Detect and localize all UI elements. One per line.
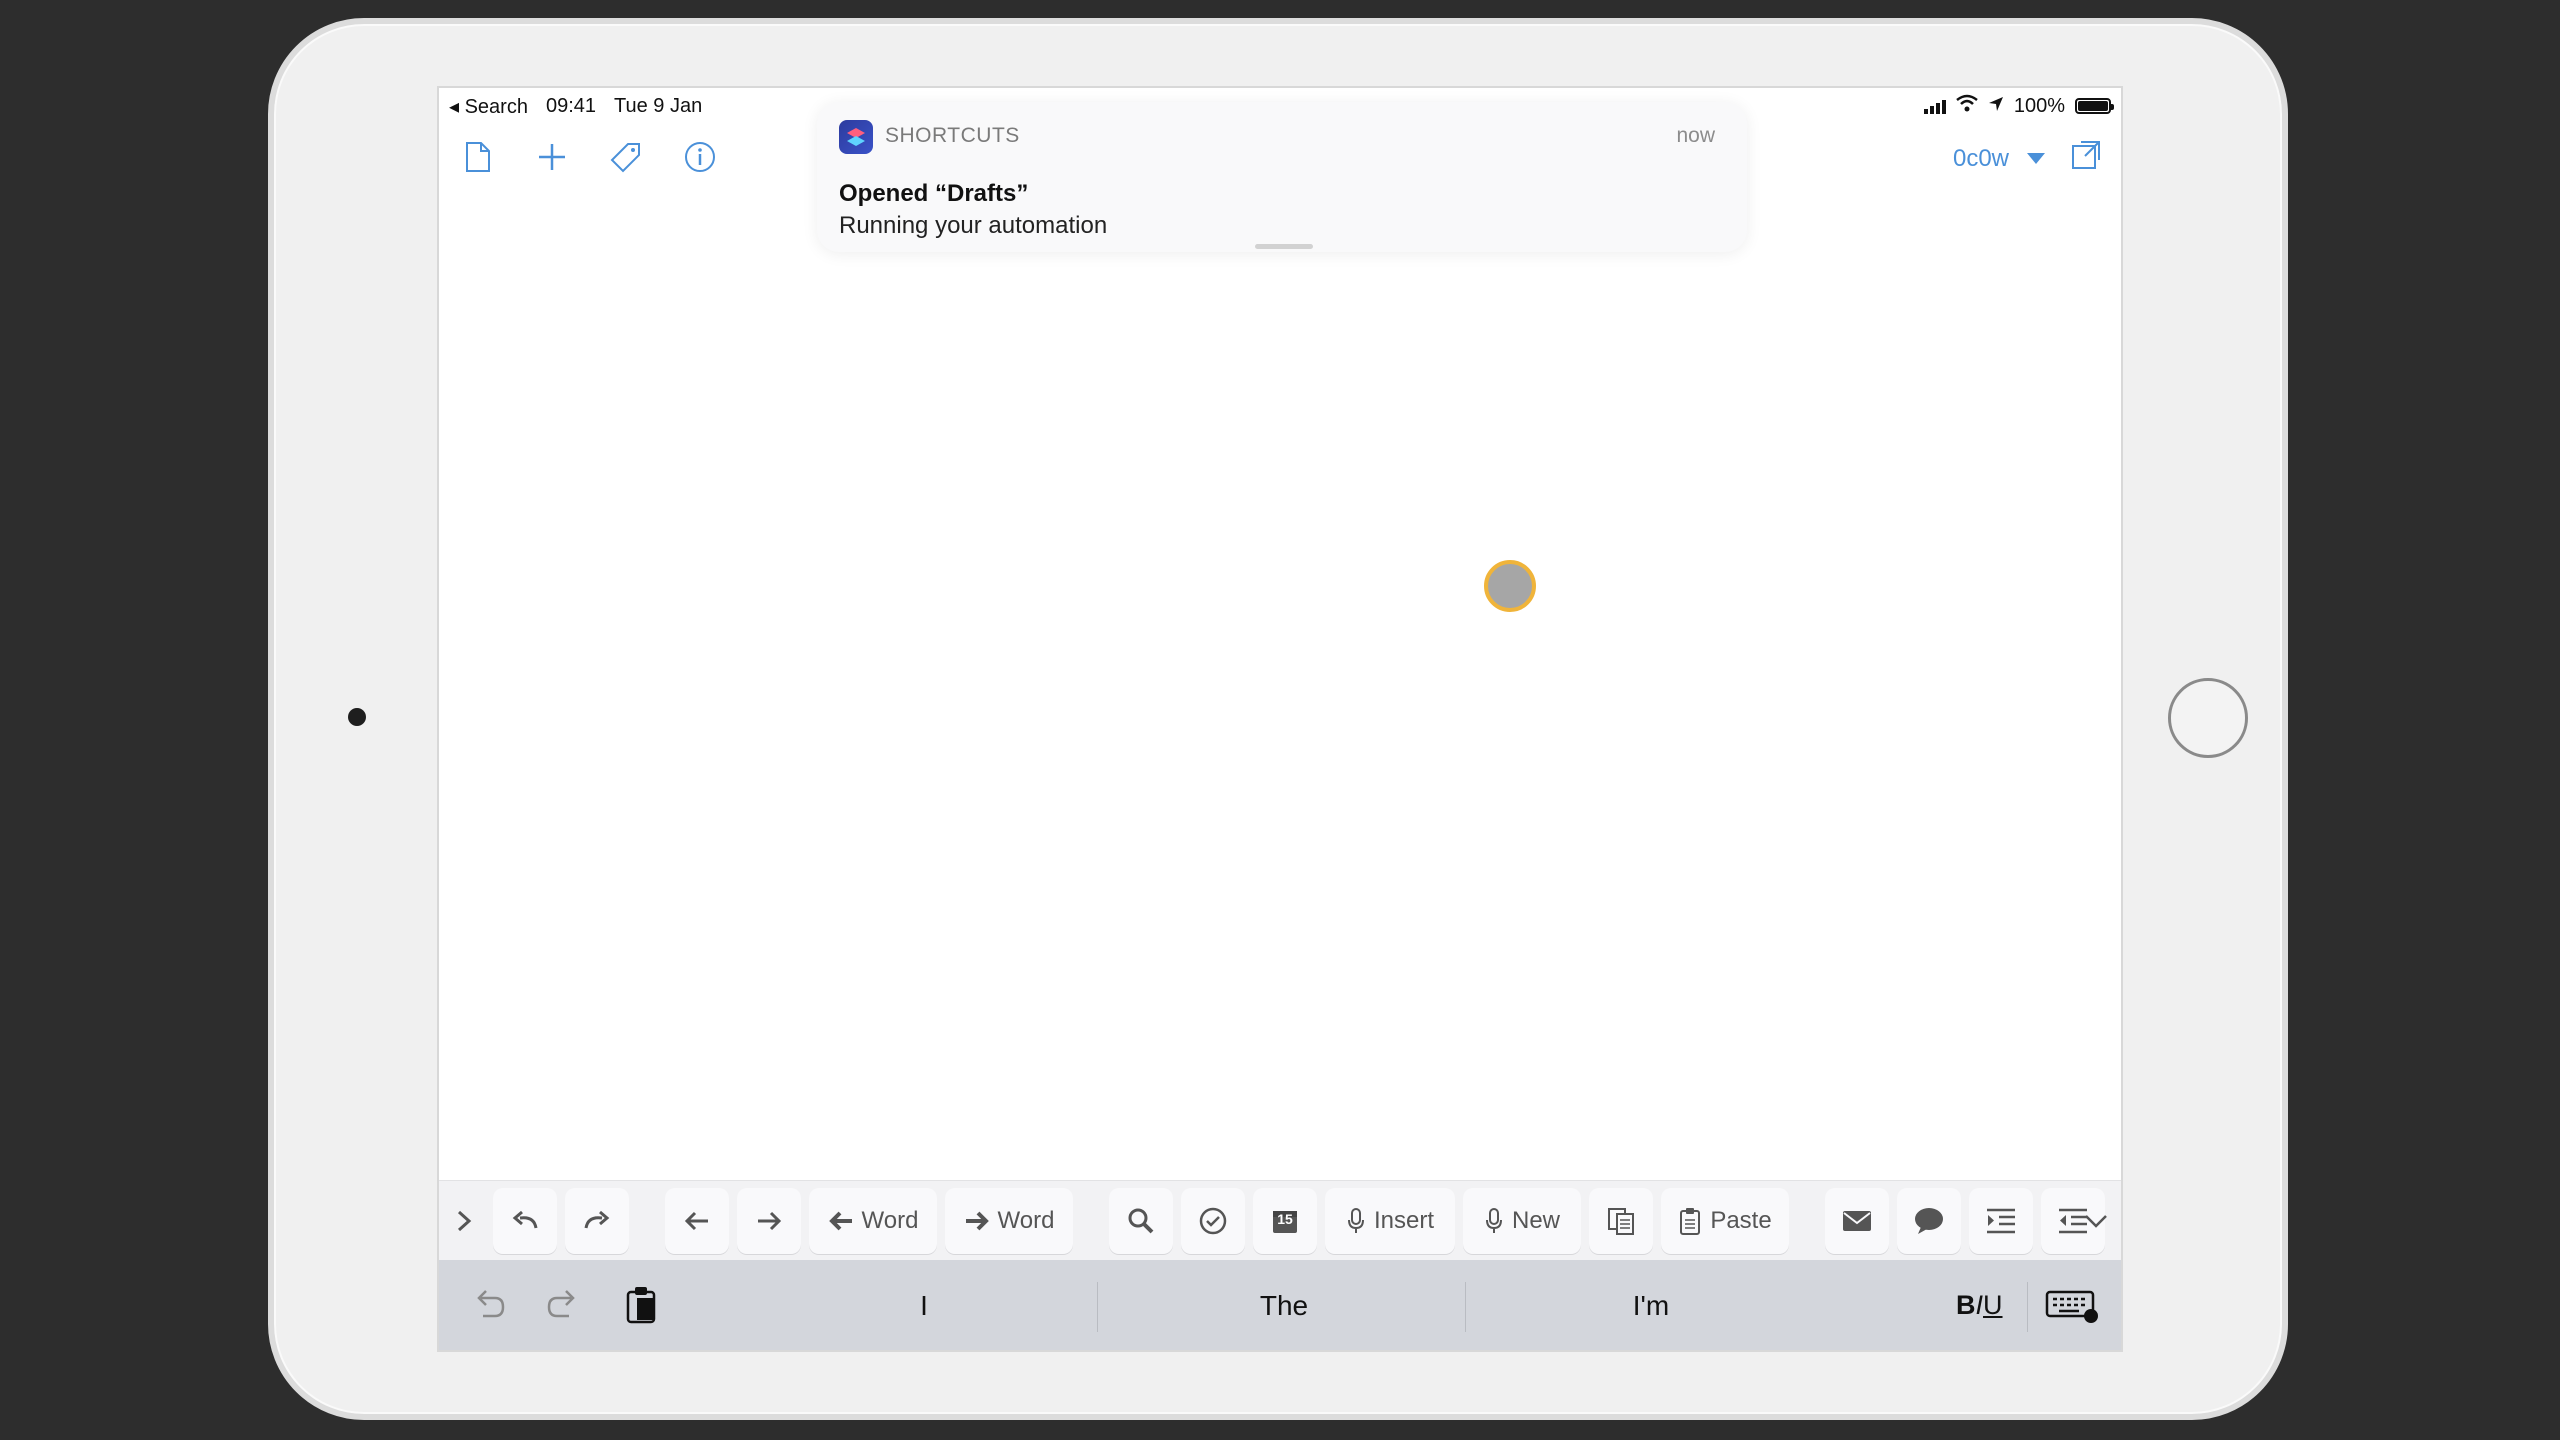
info-icon[interactable]: [681, 138, 719, 176]
checkmark-circle-icon: [1199, 1207, 1227, 1235]
chevron-right-icon[interactable]: [449, 1188, 479, 1254]
word-right-button[interactable]: Word: [945, 1188, 1073, 1254]
notification-body: Running your automation: [839, 212, 1108, 239]
word-left-label: Word: [861, 1207, 919, 1234]
redo-icon: [584, 1210, 610, 1229]
search-icon: [1128, 1208, 1154, 1234]
shortcuts-app-icon: [839, 120, 873, 154]
calendar-button[interactable]: 15: [1253, 1188, 1317, 1254]
search-button[interactable]: [1109, 1188, 1173, 1254]
envelope-icon: [1843, 1211, 1871, 1231]
screen: ◂ Search 09:41 Tue 9 Jan 100% 0c0w SHORT…: [437, 86, 2123, 1352]
paste-label: Paste: [1710, 1207, 1772, 1234]
undo-button[interactable]: [493, 1188, 557, 1254]
dictate-insert-button[interactable]: Insert: [1325, 1188, 1455, 1254]
notification-time: now: [1676, 124, 1715, 147]
signal-icon: [1923, 98, 1946, 114]
microphone-icon: [1485, 1208, 1502, 1233]
suggestion-2[interactable]: The: [1184, 1290, 1384, 1322]
undo-icon[interactable]: [471, 1288, 507, 1327]
notification-app-name: SHORTCUTS: [885, 124, 1020, 147]
location-arrow-icon: [1988, 95, 2004, 118]
paste-icon[interactable]: [625, 1284, 659, 1329]
word-count[interactable]: 0c0w: [1953, 145, 2009, 173]
email-button[interactable]: [1825, 1188, 1889, 1254]
suggestion-divider: [1465, 1282, 1466, 1332]
notification-banner[interactable]: SHORTCUTS now Opened “Drafts” Running yo…: [817, 102, 1747, 252]
touch-indicator: [1484, 560, 1536, 612]
arrow-left-icon: [828, 1211, 852, 1231]
notification-drag-handle[interactable]: [1255, 244, 1313, 249]
suggestion-3[interactable]: I'm: [1551, 1290, 1751, 1322]
cursor-left-button[interactable]: [665, 1188, 729, 1254]
underline-label: U: [1983, 1290, 2003, 1320]
expand-icon[interactable]: [2071, 140, 2101, 177]
battery-icon: [2075, 98, 2114, 114]
wifi-icon: [1956, 94, 1978, 118]
message-button[interactable]: [1897, 1188, 1961, 1254]
speech-bubble-icon: [1915, 1208, 1943, 1234]
suggestion-1[interactable]: I: [824, 1290, 1024, 1322]
status-date: Tue 9 Jan: [614, 95, 703, 117]
extended-keyboard-row: Word Word 15 Insert New Paste: [439, 1180, 2121, 1261]
quicktype-bar: I The I'm BIU: [439, 1260, 2121, 1350]
word-left-button[interactable]: Word: [809, 1188, 937, 1254]
arrow-left-icon: [684, 1211, 708, 1231]
home-button[interactable]: [2168, 678, 2248, 758]
front-camera: [348, 708, 366, 726]
redo-button[interactable]: [565, 1188, 629, 1254]
status-time: 09:41: [545, 95, 597, 117]
suggestion-divider: [1097, 1282, 1098, 1332]
paste-button[interactable]: Paste: [1661, 1188, 1789, 1254]
copy-icon: [1608, 1208, 1634, 1235]
calendar-day: 15: [1277, 1211, 1293, 1227]
clipboard-icon: [1680, 1208, 1701, 1235]
chevron-down-icon[interactable]: [2027, 153, 2045, 164]
top-toolbar: [459, 138, 719, 176]
top-toolbar-right: 0c0w: [1953, 140, 2101, 177]
keyboard-dismiss-icon[interactable]: [2045, 1290, 2099, 1329]
new-label: New: [1511, 1207, 1560, 1234]
battery-percent: 100%: [2013, 94, 2065, 117]
undo-icon: [512, 1210, 538, 1229]
format-divider: [2027, 1282, 2028, 1332]
notification-title: Opened “Drafts”: [839, 180, 1029, 207]
indent-icon: [1987, 1208, 2015, 1234]
dictate-new-button[interactable]: New: [1463, 1188, 1581, 1254]
arrow-right-icon: [965, 1211, 989, 1231]
microphone-icon: [1347, 1208, 1364, 1233]
task-button[interactable]: [1181, 1188, 1245, 1254]
redo-icon[interactable]: [545, 1288, 581, 1327]
format-button[interactable]: BIU: [1956, 1290, 2003, 1321]
plus-icon[interactable]: [533, 138, 571, 176]
back-to-search-link[interactable]: ◂ Search: [449, 94, 528, 119]
cursor-right-button[interactable]: [737, 1188, 801, 1254]
new-document-icon[interactable]: [459, 138, 497, 176]
word-right-label: Word: [997, 1207, 1055, 1234]
italic-label: I: [1975, 1290, 1984, 1320]
indent-button[interactable]: [1969, 1188, 2033, 1254]
copy-button[interactable]: [1589, 1188, 1653, 1254]
insert-label: Insert: [1373, 1207, 1435, 1234]
arrow-right-icon: [758, 1211, 782, 1231]
tag-icon[interactable]: [607, 138, 645, 176]
chevron-down-icon[interactable]: [2081, 1188, 2111, 1254]
bold-label: B: [1956, 1290, 1976, 1320]
